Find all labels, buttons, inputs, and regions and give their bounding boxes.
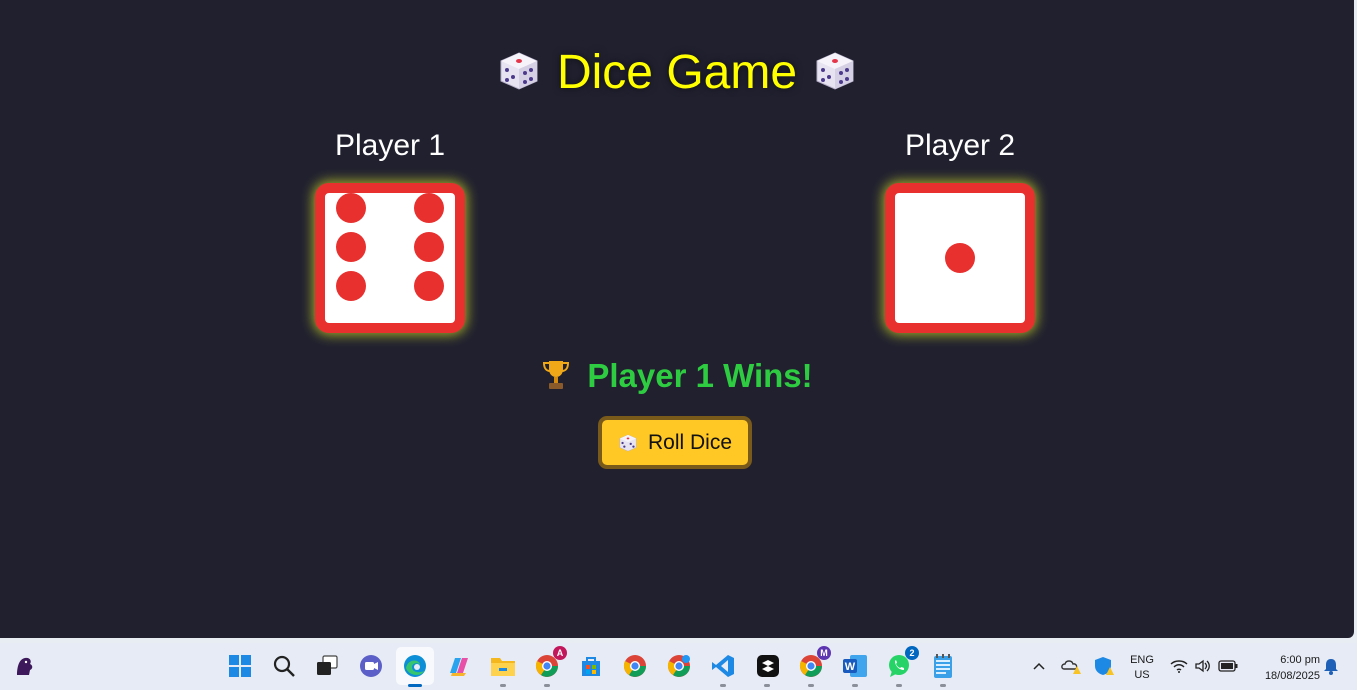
- chevron-up-icon[interactable]: [1027, 652, 1051, 680]
- result-text: Player 1 Wins!: [587, 357, 813, 394]
- result-message: Player 1 Wins!: [0, 356, 1354, 396]
- onedrive-warning-icon[interactable]: [1058, 652, 1084, 680]
- chrome-profile-a-icon[interactable]: A: [533, 646, 567, 680]
- store-icon[interactable]: [577, 652, 605, 680]
- capcut-icon[interactable]: [754, 652, 782, 680]
- chrome-icon[interactable]: [621, 652, 649, 680]
- chrome-profile-b-icon[interactable]: [665, 652, 693, 680]
- roll-dice-label: Roll Dice: [647, 430, 733, 454]
- search-icon[interactable]: [270, 652, 298, 680]
- die-pip: [336, 193, 366, 223]
- die-pip: [336, 271, 366, 301]
- running-indicator: [896, 684, 902, 687]
- chrome-profile-m-icon[interactable]: M: [797, 646, 831, 680]
- profile-badge: M: [817, 646, 831, 660]
- notification-bell-icon[interactable]: [1320, 652, 1342, 680]
- meet-icon[interactable]: [357, 652, 385, 680]
- start-icon[interactable]: [226, 652, 254, 680]
- roll-dice-button[interactable]: Roll Dice: [598, 416, 752, 469]
- die-pip: [414, 232, 444, 262]
- taskbar: A M W 2 ENG US 6:00 pm 18/08/2025: [0, 643, 1357, 690]
- vscode-icon[interactable]: [709, 652, 737, 680]
- task-view-icon[interactable]: [313, 652, 341, 680]
- player-2-die: [885, 183, 1035, 333]
- page-title: Dice Game: [0, 44, 1354, 102]
- keyboard-layout: US: [1134, 669, 1150, 681]
- running-indicator: [544, 684, 550, 687]
- notification-badge: 2: [905, 646, 919, 660]
- wifi-icon[interactable]: [1168, 652, 1190, 680]
- copilot-icon[interactable]: [445, 652, 473, 680]
- die-pip: [414, 193, 444, 223]
- trophy-icon: [543, 361, 570, 390]
- running-indicator: [500, 684, 506, 687]
- die-emoji-icon: [500, 52, 538, 90]
- battery-icon[interactable]: [1216, 652, 1240, 680]
- clock[interactable]: 6:00 pm 18/08/2025: [1248, 652, 1320, 684]
- die-emoji-icon: [816, 52, 854, 90]
- die-pip: [336, 232, 366, 262]
- file-explorer-icon[interactable]: [489, 652, 517, 680]
- running-indicator: [808, 684, 814, 687]
- running-indicator: [720, 684, 726, 687]
- clock-time: 6:00 pm: [1280, 654, 1320, 666]
- die-pip: [414, 271, 444, 301]
- security-shield-icon[interactable]: [1091, 652, 1117, 680]
- running-indicator: [408, 684, 422, 687]
- whatsapp-icon[interactable]: 2: [885, 646, 919, 680]
- language-code: ENG: [1130, 654, 1154, 666]
- dice-game-app: Dice Game Player 1 Player 2 Player 1 Win…: [0, 0, 1354, 638]
- running-indicator: [764, 684, 770, 687]
- edge-icon[interactable]: [401, 652, 429, 680]
- word-icon[interactable]: W: [841, 652, 869, 680]
- profile-badge: A: [553, 646, 567, 660]
- title-text: Dice Game: [556, 46, 798, 99]
- running-indicator: [940, 684, 946, 687]
- player-1-name: Player 1: [334, 129, 446, 162]
- player-1-panel: Player 1: [310, 128, 470, 333]
- clock-date: 18/08/2025: [1264, 670, 1320, 682]
- svg-text:W: W: [845, 661, 856, 673]
- volume-icon[interactable]: [1192, 652, 1214, 680]
- running-indicator: [852, 684, 858, 687]
- die-emoji-icon: [619, 434, 637, 451]
- language-indicator[interactable]: ENG US: [1124, 653, 1160, 683]
- die-pip: [945, 243, 975, 273]
- notepad-icon[interactable]: [929, 652, 957, 680]
- player-2-panel: Player 2: [880, 128, 1040, 333]
- player-2-name: Player 2: [904, 129, 1016, 162]
- player-1-die: [315, 183, 465, 333]
- premier-league-icon[interactable]: [10, 652, 38, 680]
